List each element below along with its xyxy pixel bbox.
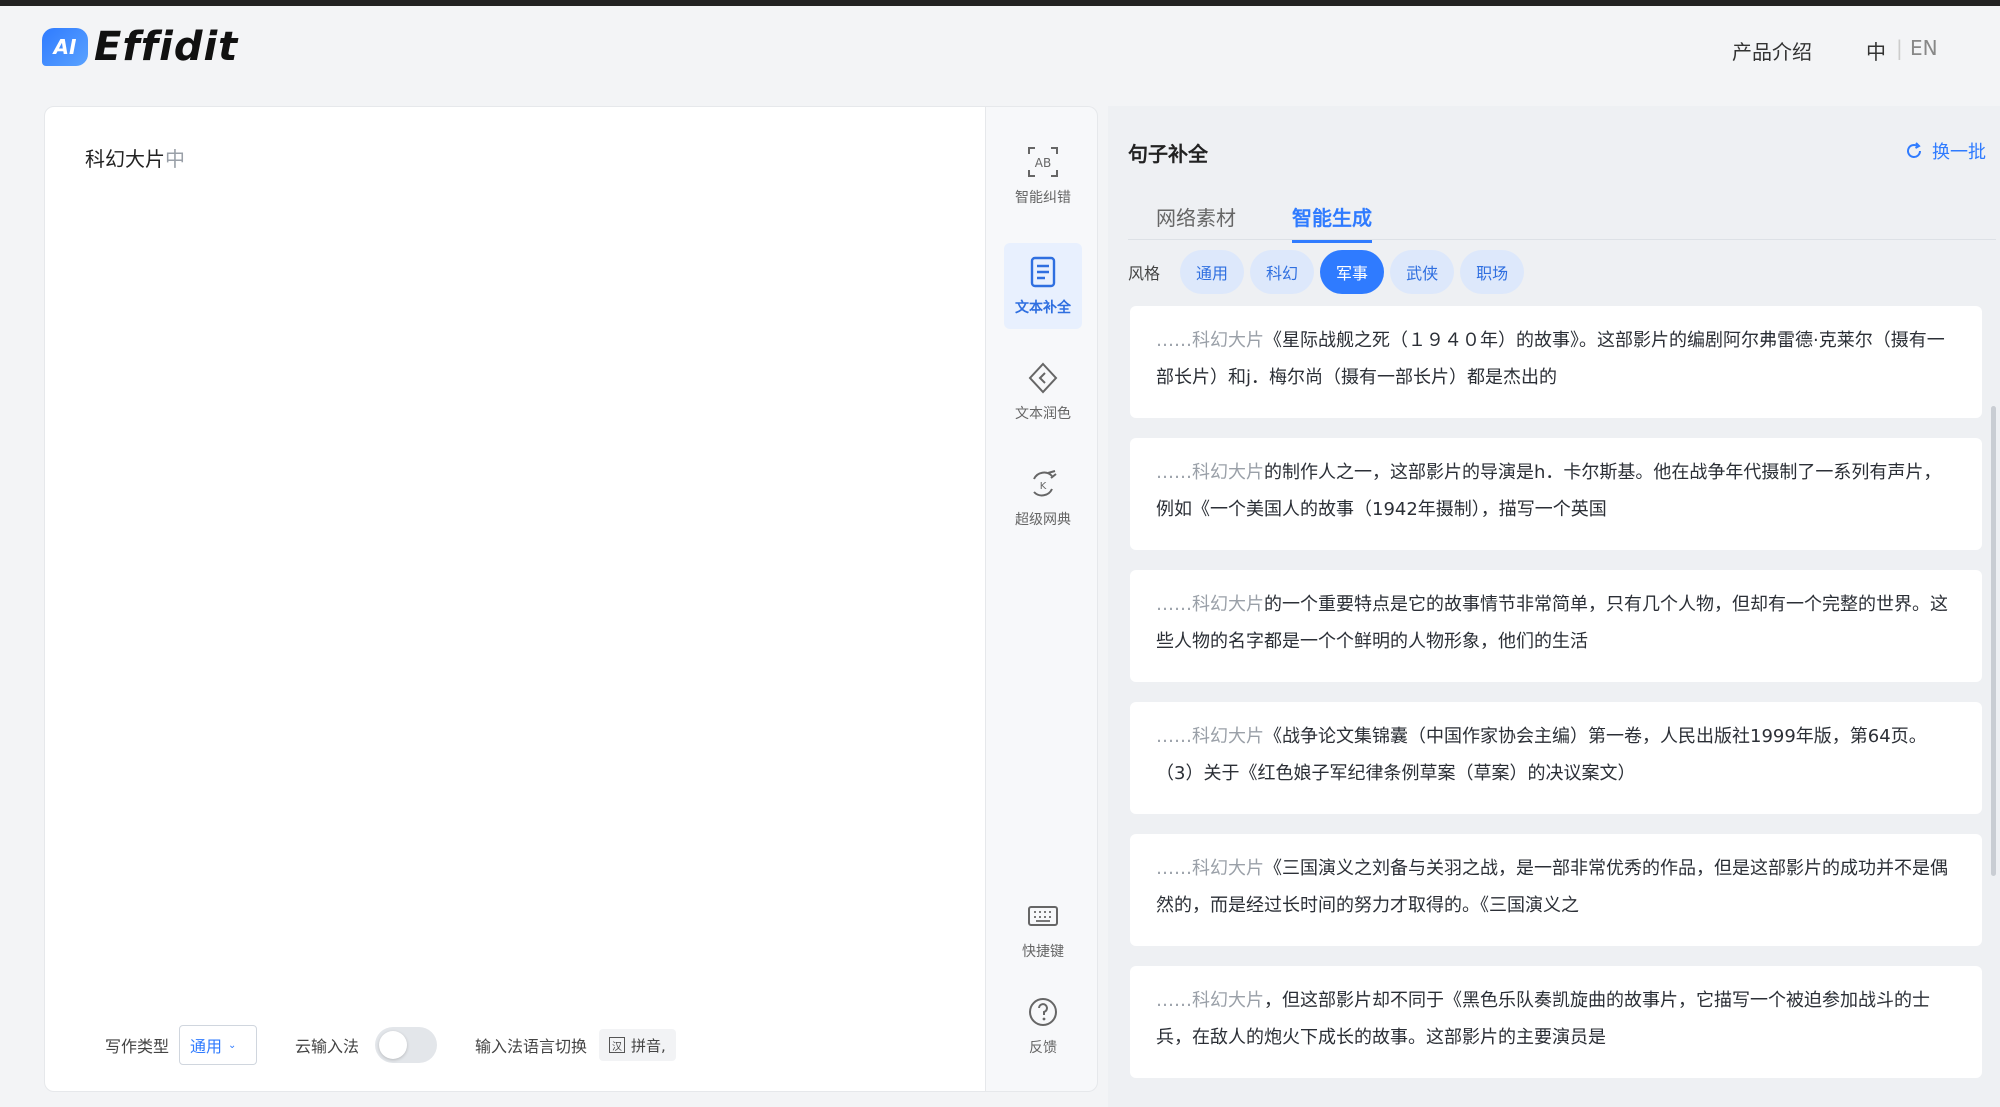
source-tabs: 网络素材 智能生成 [1128,194,1996,243]
style-chip-general[interactable]: 通用 [1180,250,1245,294]
result-text: 的制作人之一，这部影片的导演是h．卡尔斯基。他在战争年代摄制了一系列有声片，例如… [1156,462,1942,520]
editor-textarea[interactable]: 科幻大片中 [85,143,185,172]
logo-badge: AI [42,28,88,66]
tab-smart-generate[interactable]: 智能生成 [1292,202,1372,243]
refresh-label: 换一批 [1932,142,1986,163]
result-card[interactable]: ……科幻大片《星际战舰之死（１９４０年）的故事》。这部影片的编剧阿尔弗雷德·克莱… [1130,306,1982,418]
result-text: ，但这部影片却不同于《黑色乐队奏凯旋曲的故事片，它描写一个被迫参加战斗的士兵，在… [1156,990,1930,1048]
style-label: 风格 [1128,264,1161,283]
result-lead: ……科幻大片 [1156,330,1264,351]
spell-check-icon: AB [1028,147,1058,177]
result-text: 的一个重要特点是它的故事情节非常简单，只有几个人物，但却有一个完整的世界。这些人… [1156,594,1948,652]
editor-text-main: 科幻大片 [85,147,165,171]
svg-text:K: K [1040,481,1047,492]
result-lead: ……科幻大片 [1156,462,1264,483]
style-chip-scifi[interactable]: 科幻 [1250,250,1315,294]
tool-shortcuts[interactable]: 快捷键 [1004,887,1082,973]
result-card[interactable]: ……科幻大片，但这部影片却不同于《黑色乐队奏凯旋曲的故事片，它描写一个被迫参加战… [1130,966,1982,1078]
result-card[interactable]: ……科幻大片的制作人之一，这部影片的导演是h．卡尔斯基。他在战争年代摄制了一系列… [1130,438,1982,550]
refresh-button[interactable]: 换一批 [1904,138,1986,164]
tool-spell-check-label: 智能纠错 [1015,190,1071,206]
panel-title: 句子补全 [1128,142,1208,166]
tab-web-material[interactable]: 网络素材 [1156,202,1236,231]
tool-shortcuts-label: 快捷键 [1022,944,1064,960]
lang-zh-button[interactable]: 中 [1866,36,1886,65]
write-type-value: 通用 [190,1037,223,1056]
side-toolbar: AB 智能纠错 文本补全 文本润色 K 超级网典 快捷键 反馈 [986,106,1098,1092]
toggle-knob [379,1031,408,1059]
tool-text-polish-label: 文本润色 [1015,406,1071,422]
editor-footer: 写作类型 通用 ⌄ 云输入法 输入法语言切换 汉 拼音, [105,1025,676,1065]
keyboard-icon [1028,906,1058,926]
lang-separator: | [1896,36,1903,60]
result-text: 《战争论文集锦囊（中国作家协会主编）第一卷，人民出版社1999年版，第64页。（… [1156,726,1927,784]
svg-text:AB: AB [1035,156,1051,170]
result-lead: ……科幻大片 [1156,990,1264,1011]
pinyin-button[interactable]: 汉 拼音, [599,1029,676,1061]
pinyin-icon: 汉 [609,1037,626,1053]
tool-super-dictionary-label: 超级网典 [1015,512,1071,528]
header: AI Effidit 产品介绍 中 | EN [0,6,2000,100]
cloud-ime-label: 云输入法 [295,1037,360,1056]
style-filter: 风格 通用 科幻 军事 武侠 职场 [1128,250,1530,294]
style-chip-wuxia[interactable]: 武侠 [1390,250,1455,294]
style-chip-military[interactable]: 军事 [1320,250,1385,294]
text-complete-icon [1030,256,1056,288]
logo[interactable]: AI Effidit [42,24,238,70]
write-type-label: 写作类型 [105,1037,170,1056]
tool-feedback[interactable]: 反馈 [1004,983,1082,1069]
nav-product-intro[interactable]: 产品介绍 [1732,36,1812,65]
result-text: 《三国演义之刘备与关羽之战，是一部非常优秀的作品，但是这部影片的成功并不是偶然的… [1156,858,1948,916]
ime-switch-label: 输入法语言切换 [475,1037,588,1056]
result-lead: ……科幻大片 [1156,726,1264,747]
write-type-select[interactable]: 通用 ⌄ [179,1025,258,1065]
result-card[interactable]: ……科幻大片《三国演义之刘备与关羽之战，是一部非常优秀的作品，但是这部影片的成功… [1130,834,1982,946]
help-icon [1029,998,1057,1026]
results-list: ……科幻大片《星际战舰之死（１９４０年）的故事》。这部影片的编剧阿尔弗雷德·克莱… [1130,306,1982,1098]
results-scrollbar[interactable] [1991,406,1996,876]
text-polish-icon [1028,362,1058,394]
tool-feedback-label: 反馈 [1029,1040,1057,1056]
chevron-down-icon: ⌄ [228,1039,237,1051]
style-chip-workplace[interactable]: 职场 [1460,250,1525,294]
tool-text-polish[interactable]: 文本润色 [1004,349,1082,435]
pinyin-label: 拼音, [631,1036,666,1055]
tool-text-complete[interactable]: 文本补全 [1004,243,1082,329]
super-dictionary-icon: K [1033,470,1057,497]
editor-text-ghost: 中 [165,147,185,171]
editor-panel[interactable]: 科幻大片中 写作类型 通用 ⌄ 云输入法 输入法语言切换 汉 拼音, [44,106,986,1092]
result-lead: ……科幻大片 [1156,594,1264,615]
completion-panel: 句子补全 换一批 网络素材 智能生成 风格 通用 科幻 军事 武侠 职场 ……科… [1108,106,2000,1107]
logo-text: Effidit [94,24,239,70]
tool-spell-check[interactable]: AB 智能纠错 [1004,133,1082,219]
result-text: 《星际战舰之死（１９４０年）的故事》。这部影片的编剧阿尔弗雷德·克莱尔（摄有一部… [1156,330,1945,388]
result-card[interactable]: ……科幻大片《战争论文集锦囊（中国作家协会主编）第一卷，人民出版社1999年版，… [1130,702,1982,814]
cloud-ime-toggle[interactable] [375,1027,438,1063]
result-lead: ……科幻大片 [1156,858,1264,879]
result-card[interactable]: ……科幻大片的一个重要特点是它的故事情节非常简单，只有几个人物，但却有一个完整的… [1130,570,1982,682]
lang-en-button[interactable]: EN [1910,36,1938,60]
tool-text-complete-label: 文本补全 [1015,300,1071,316]
refresh-icon [1907,142,1921,158]
tool-super-dictionary[interactable]: K 超级网典 [1004,455,1082,541]
